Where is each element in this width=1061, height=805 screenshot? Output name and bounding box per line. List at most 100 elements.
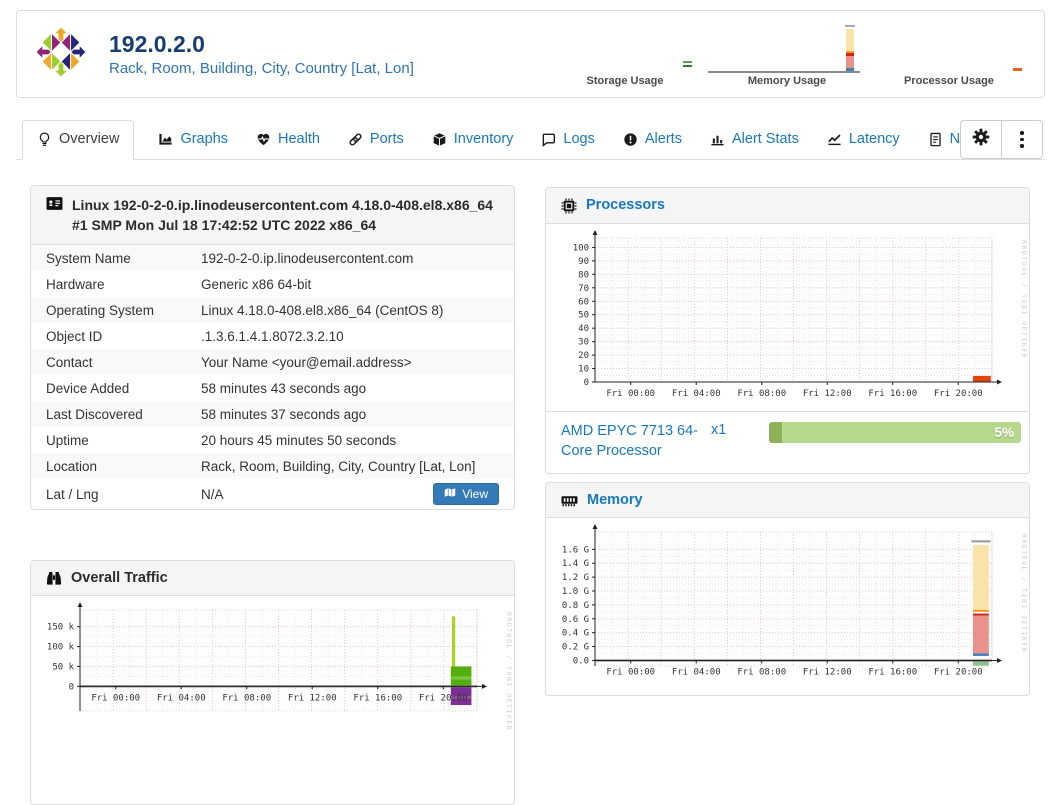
svg-text:1.2 G: 1.2 G [562, 573, 589, 583]
row-label: Uptime [46, 432, 89, 448]
svg-text:0.2 G: 0.2 G [562, 643, 589, 653]
memory-usage-label: Memory Usage [747, 75, 827, 87]
svg-text:100: 100 [573, 243, 589, 253]
centos-logo-icon [35, 23, 87, 86]
tab-inventory[interactable]: Inventory [432, 121, 514, 159]
line-chart-icon [827, 132, 842, 147]
svg-text:10: 10 [578, 365, 589, 375]
tab-inventory-label: Inventory [453, 131, 514, 147]
processor-usage-mini-graph[interactable]: Processor Usage [868, 17, 1030, 91]
tab-alert-stats-label: Alert Stats [731, 131, 799, 147]
device-hostname: 192.0.2.0 [109, 31, 205, 57]
view-button-label: View [462, 487, 488, 501]
row-label: System Name [46, 250, 131, 266]
row-label: Object ID [46, 328, 103, 344]
table-row: Lat / Lng N/A View [31, 479, 514, 509]
table-row: Location Rack, Room, Building, City, Coun… [31, 453, 514, 479]
row-label: Lat / Lng [46, 486, 99, 502]
svg-text:50: 50 [578, 311, 589, 321]
cpu-name-link[interactable]: AMD EPYC 7713 64-Core Processor [561, 421, 711, 461]
device-location-link[interactable]: Rack, Room, Building, City, Country [Lat… [109, 60, 414, 77]
svg-text:0.6 G: 0.6 G [562, 615, 589, 625]
svg-text:RRDTOOL / TOBI OETIKER: RRDTOOL / TOBI OETIKER [505, 612, 513, 731]
svg-text:0.0: 0.0 [573, 656, 589, 666]
storage-spark-mark [683, 61, 692, 63]
processors-graph[interactable]: 0 10 20 30 40 50 60 70 80 90 100 Fri 00:00 Fri 04:00… [547, 228, 1028, 409]
tab-logs[interactable]: Logs [541, 121, 595, 159]
svg-text:0: 0 [584, 378, 589, 388]
device-actions-group [960, 120, 1043, 159]
processors-title: Processors [586, 197, 665, 213]
system-info-panel: Linux 192-0-2-0.ip.linodeusercontent.com… [30, 185, 515, 510]
memory-graph[interactable]: 0.0 0.2 G 0.4 G 0.6 G 0.8 G 1.0 G 1.2 G 1.4 G 1.… [547, 522, 1028, 693]
link-icon [348, 132, 363, 147]
svg-text:Fri 16:00: Fri 16:00 [353, 693, 402, 703]
more-options-button[interactable] [1001, 121, 1042, 158]
tab-alerts-label: Alerts [644, 131, 682, 147]
table-row: Object ID .1.3.6.1.4.1.8072.3.2.10 [31, 323, 514, 349]
row-value: 58 minutes 37 seconds ago [201, 406, 367, 422]
row-value: 192-0-2-0.ip.linodeusercontent.com [201, 250, 414, 266]
tab-alerts[interactable]: Alerts [623, 121, 682, 159]
row-label: Last Discovered [46, 406, 143, 422]
view-map-button[interactable]: View [433, 483, 499, 505]
svg-text:0: 0 [69, 682, 74, 692]
system-info-table: System Name 192-0-2-0.ip.linodeuserconten… [31, 245, 514, 509]
settings-gear-button[interactable] [961, 121, 1001, 158]
memory-title: Memory [587, 492, 643, 508]
tab-ports[interactable]: Ports [348, 121, 404, 159]
svg-text:150 k: 150 k [47, 623, 75, 633]
svg-text:Fri 04:00: Fri 04:00 [672, 667, 721, 677]
alert-circle-icon [623, 132, 638, 147]
cpu-usage-bar: 5% [769, 422, 1021, 443]
system-heading: Linux 192-0-2-0.ip.linodeusercontent.com… [72, 197, 493, 233]
svg-text:Fri 16:00: Fri 16:00 [868, 667, 917, 677]
memory-spark-used [846, 56, 854, 68]
svg-text:RRDTOOL / TOBI OETIKER: RRDTOOL / TOBI OETIKER [1020, 240, 1028, 359]
heartbeat-icon [256, 132, 271, 147]
processor-usage-label: Processor Usage [904, 75, 994, 87]
ellipsis-vertical-icon [1020, 131, 1024, 148]
svg-text:60: 60 [578, 297, 589, 307]
gear-icon [972, 128, 990, 151]
tab-alert-stats[interactable]: Alert Stats [710, 121, 799, 159]
chart-area-icon [158, 132, 173, 147]
svg-text:1.4 G: 1.4 G [562, 559, 589, 569]
tab-graphs[interactable]: Graphs [158, 121, 228, 159]
tab-logs-label: Logs [563, 131, 595, 147]
map-icon [444, 487, 456, 501]
row-value: 20 hours 45 minutes 50 seconds [201, 432, 397, 448]
table-row: Uptime 20 hours 45 minutes 50 seconds [31, 427, 514, 453]
table-row: Device Added 58 minutes 43 seconds ago [31, 375, 514, 401]
table-row: Operating System Linux 4.18.0-408.el8.x86… [31, 297, 514, 323]
tab-overview[interactable]: Overview [22, 120, 135, 160]
svg-text:30: 30 [578, 338, 589, 348]
svg-text:Fri 20:00: Fri 20:00 [419, 693, 468, 703]
svg-text:50 k: 50 k [52, 662, 74, 672]
row-value: Your Name <your@email.address> [201, 354, 412, 370]
row-label: Hardware [46, 276, 105, 292]
storage-usage-mini-graph[interactable]: Storage Usage [544, 17, 706, 91]
svg-text:Fri 08:00: Fri 08:00 [222, 693, 271, 703]
notes-icon [928, 132, 943, 147]
tab-latency[interactable]: Latency [827, 121, 900, 159]
svg-text:Fri 04:00: Fri 04:00 [672, 389, 721, 399]
memory-spark-blue [846, 68, 854, 71]
tab-health[interactable]: Health [256, 121, 320, 159]
overall-traffic-header: Overall Traffic [31, 561, 514, 596]
svg-text:90: 90 [578, 257, 589, 267]
row-value: 58 minutes 43 seconds ago [201, 380, 367, 396]
table-row: System Name 192-0-2-0.ip.linodeuserconten… [31, 245, 514, 271]
tab-ports-label: Ports [369, 131, 404, 147]
tab-overview-label: Overview [59, 131, 120, 147]
row-label: Contact [46, 354, 93, 370]
table-row: Hardware Generic x86 64-bit [31, 271, 514, 297]
row-label: Location [46, 458, 98, 474]
device-header-card: 192.0.2.0 Rack, Room, Building, City, Co… [16, 10, 1045, 98]
memory-usage-mini-graph[interactable]: Memory Usage [706, 17, 868, 91]
svg-text:Fri 12:00: Fri 12:00 [288, 693, 337, 703]
overall-traffic-graph[interactable]: 0 50 k 100 k 150 k Fri 00:00 Fri 04:00 Fri 08:… [32, 600, 513, 738]
tab-health-label: Health [278, 131, 320, 147]
memory-ram-icon [561, 492, 578, 508]
svg-text:Fri 00:00: Fri 00:00 [606, 667, 655, 677]
